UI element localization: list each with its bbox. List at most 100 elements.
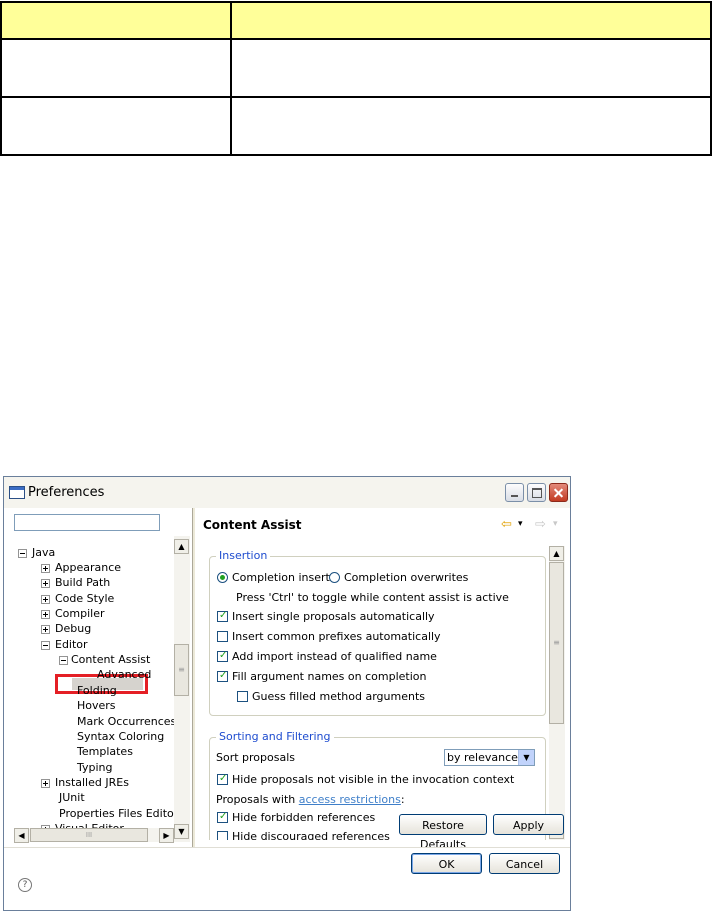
checkbox-indicator [217, 810, 228, 824]
tree-item-label: Advanced [97, 668, 152, 681]
table-cell [230, 96, 712, 156]
scroll-left-button[interactable]: ◀ [14, 828, 29, 843]
hide-forbidden-checkbox[interactable]: Hide forbidden references [217, 810, 375, 825]
help-icon[interactable]: ? [18, 878, 32, 892]
page-title: Content Assist [203, 518, 302, 532]
dialog-title: Preferences [28, 485, 105, 500]
tree-item-label: Compiler [55, 607, 105, 620]
tree-item-label: Build Path [55, 576, 111, 589]
dialog-button-bar [4, 847, 570, 910]
tree-item-label: Templates [77, 745, 133, 758]
forward-menu-icon: ▾ [553, 519, 558, 529]
horizontal-scroll-thumb[interactable]: III [30, 828, 148, 842]
title-bar[interactable]: Preferences [4, 477, 570, 508]
hide-not-visible-checkbox[interactable]: Hide proposals not visible in the invoca… [217, 772, 514, 787]
preferences-dialog: Preferences Java Appearance Build Path Code… [3, 476, 571, 911]
tree-item-label: Properties Files Editor [59, 807, 179, 820]
expand-icon[interactable] [41, 579, 50, 588]
toggle-hint: Press 'Ctrl' to toggle while content ass… [236, 591, 509, 604]
tree-item-label: JUnit [59, 791, 85, 804]
insertion-group: Insertion Completion inserts Completion … [209, 549, 546, 716]
tree-item-label: Editor [55, 638, 88, 651]
close-button[interactable] [549, 483, 568, 502]
tree-item-label: Typing [77, 761, 113, 774]
radio-indicator [217, 572, 228, 583]
filter-input[interactable] [14, 514, 160, 531]
expand-icon[interactable] [41, 779, 50, 788]
insertion-option-checkbox[interactable]: Fill argument names on completion [217, 669, 426, 684]
cancel-button[interactable]: Cancel [489, 853, 560, 874]
tree-vertical-scrollbar[interactable]: ▲ ≡ ▼ [174, 536, 190, 842]
table-header-row [0, 1, 712, 40]
group-legend: Insertion [216, 549, 271, 562]
tree-item-label: Folding [77, 684, 117, 697]
page-vertical-scrollbar[interactable]: ▲ ≡ ▼ [549, 546, 565, 840]
tree-item-label: Mark Occurrences [77, 715, 177, 728]
window-icon [9, 486, 25, 499]
access-restrictions-text: Proposals with access restrictions: [216, 793, 405, 806]
hide-discouraged-checkbox[interactable]: Hide discouraged references [217, 830, 390, 840]
restore-defaults-button[interactable]: Restore Defaults [399, 814, 487, 851]
back-menu-icon[interactable]: ▾ [518, 518, 523, 531]
collapse-icon[interactable] [41, 641, 50, 650]
scroll-up-button[interactable]: ▲ [549, 546, 564, 561]
pane-divider[interactable] [192, 508, 195, 847]
sort-proposals-label: Sort proposals [216, 751, 296, 764]
tree-horizontal-scrollbar[interactable]: ◀ III ▶ [14, 828, 174, 843]
back-arrow-icon[interactable]: ⇦ [501, 518, 512, 531]
checkbox-indicator [217, 669, 228, 683]
expand-icon[interactable] [41, 595, 50, 604]
minimize-button[interactable] [505, 483, 524, 502]
insertion-option-checkbox[interactable]: Add import instead of qualified name [217, 649, 437, 664]
table-cell [0, 96, 232, 156]
sort-proposals-select[interactable]: by relevance ▼ [444, 749, 535, 766]
tree-item-label: Code Style [55, 592, 115, 605]
ok-button[interactable]: OK [411, 853, 482, 874]
completion-inserts-radio[interactable]: Completion inserts [217, 571, 336, 585]
tree-item-label: Content Assist [71, 653, 151, 666]
forward-arrow-icon: ⇨ [535, 517, 546, 532]
table-cell [0, 38, 232, 98]
tree-item-label: Syntax Coloring [77, 730, 165, 743]
table-cell [230, 38, 712, 98]
tree-item-label: Debug [55, 622, 92, 635]
checkbox-indicator [237, 691, 248, 702]
scroll-right-button[interactable]: ▶ [159, 828, 174, 843]
maximize-button[interactable] [527, 483, 546, 502]
checkbox-indicator [217, 649, 228, 663]
chevron-down-icon: ▼ [518, 750, 534, 765]
preferences-tree: Java Appearance Build Path Code Style Compil… [4, 536, 190, 828]
group-legend: Sorting and Filtering [216, 730, 334, 743]
tree-item-label: Java [32, 546, 56, 559]
scroll-thumb[interactable]: ≡ [174, 644, 189, 696]
checkbox-indicator [217, 772, 228, 786]
apply-button[interactable]: Apply [493, 814, 564, 835]
table-header-cell [230, 1, 712, 40]
scroll-down-button[interactable]: ▼ [174, 824, 189, 839]
table-row [0, 96, 712, 156]
expand-icon[interactable] [41, 625, 50, 634]
expand-icon[interactable] [41, 610, 50, 619]
access-restrictions-link[interactable]: access restrictions [299, 793, 401, 806]
tree-item-label: Installed JREs [55, 776, 129, 789]
radio-indicator [329, 572, 340, 583]
completion-overwrites-radio[interactable]: Completion overwrites [329, 571, 468, 585]
checkbox-indicator [217, 831, 228, 840]
insertion-option-checkbox[interactable]: Insert common prefixes automatically [217, 630, 441, 644]
tree-item-label: Appearance [55, 561, 122, 574]
document-table [0, 1, 712, 156]
checkbox-indicator [217, 631, 228, 642]
table-row [0, 38, 712, 98]
collapse-icon[interactable] [59, 656, 68, 665]
dialog-client-area: Java Appearance Build Path Code Style Compil… [4, 508, 570, 910]
scroll-up-button[interactable]: ▲ [174, 539, 189, 554]
scroll-thumb[interactable]: ≡ [549, 562, 564, 724]
tree-item-label: Hovers [77, 699, 116, 712]
content-assist-page: Insertion Completion inserts Completion … [203, 546, 565, 840]
collapse-icon[interactable] [18, 549, 27, 558]
checkbox-indicator [217, 609, 228, 623]
table-header-cell [0, 1, 232, 40]
insertion-option-checkbox[interactable]: Guess filled method arguments [237, 690, 425, 704]
insertion-option-checkbox[interactable]: Insert single proposals automatically [217, 609, 435, 624]
expand-icon[interactable] [41, 564, 50, 573]
